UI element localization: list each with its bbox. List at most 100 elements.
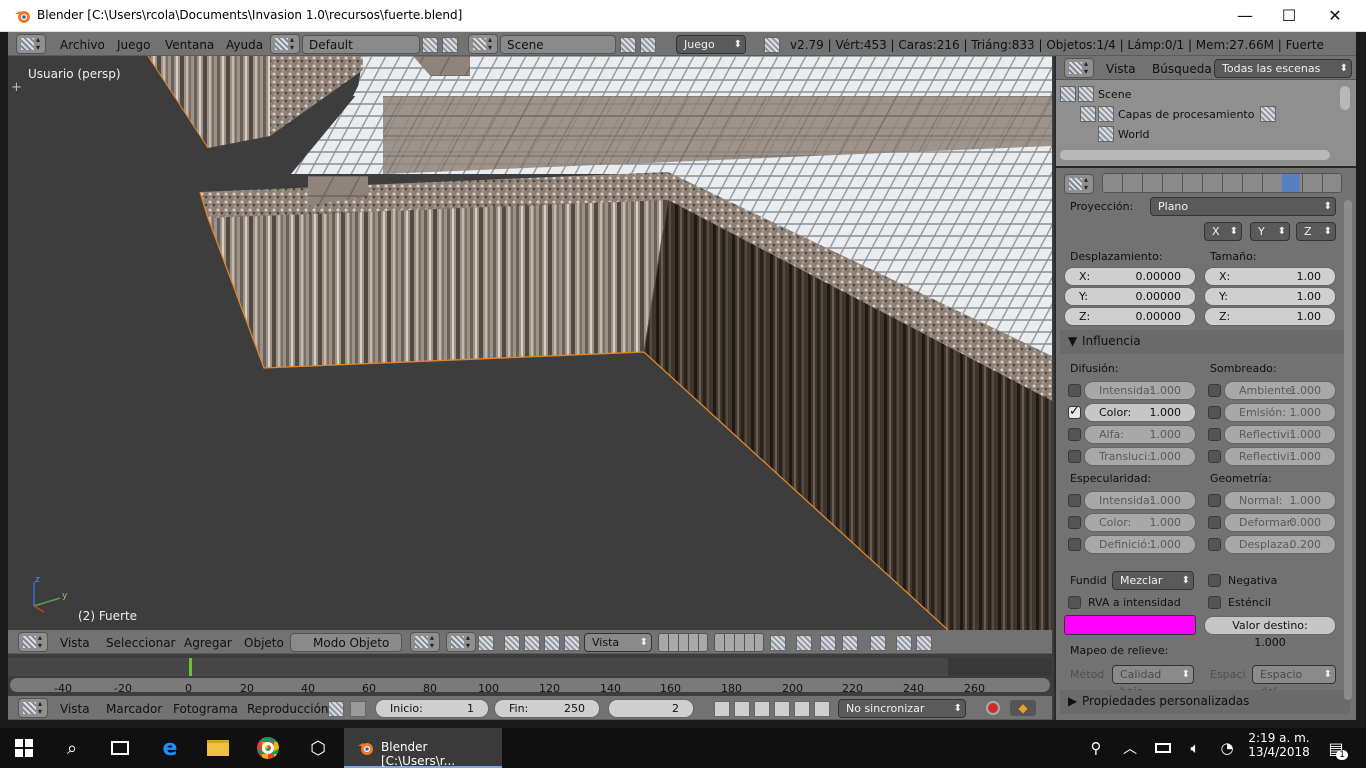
shading-ambient-field[interactable]: Ambiente: 1.000 xyxy=(1224,381,1336,400)
outliner-item-scene[interactable]: Scene xyxy=(1098,88,1132,101)
menu-vista-timeline[interactable]: Vista xyxy=(60,702,90,716)
menu-seleccionar[interactable]: Seleccionar xyxy=(106,636,175,650)
close-button[interactable]: ✕ xyxy=(1312,0,1358,31)
outliner-menu-busqueda[interactable]: Búsqueda xyxy=(1152,62,1212,76)
properties-context-tabs[interactable] xyxy=(1102,173,1342,193)
engine-select[interactable]: Juego xyxy=(676,35,746,54)
geometry-displace-field[interactable]: Desplaza: 0.200 xyxy=(1224,535,1336,554)
frame-end-field[interactable]: Fin: 250 xyxy=(494,699,600,718)
battery-button[interactable] xyxy=(1146,728,1180,768)
edge-button[interactable]: e xyxy=(146,728,194,768)
editor-type-outliner-button[interactable] xyxy=(1064,58,1094,78)
negative-checkbox[interactable] xyxy=(1208,574,1221,587)
snap-element-icon[interactable] xyxy=(870,635,886,651)
play-reverse-icon[interactable] xyxy=(754,701,770,717)
manipulator-icon[interactable] xyxy=(478,635,494,651)
current-frame-field[interactable]: 2 xyxy=(608,699,694,718)
blend-select[interactable]: Mezclar xyxy=(1112,571,1194,590)
menu-vista[interactable]: Vista xyxy=(60,636,90,650)
start-button[interactable] xyxy=(0,728,48,768)
shading-select[interactable] xyxy=(410,632,440,652)
shading-mirror-checkbox[interactable] xyxy=(1208,428,1221,441)
network-button[interactable]: ◔ xyxy=(1210,728,1244,768)
influence-panel-header[interactable]: ▼ Influencia xyxy=(1060,330,1350,354)
dest-value-field[interactable]: Valor destino: 1.000 xyxy=(1204,616,1336,649)
size-z-field[interactable]: Z: 1.00 xyxy=(1204,307,1336,326)
specular-hardness-checkbox[interactable] xyxy=(1068,538,1081,551)
outliner-menu-vista[interactable]: Vista xyxy=(1106,62,1136,76)
diffuse-color-field[interactable]: Color: 1.000 xyxy=(1084,403,1196,422)
mapping-z-select[interactable]: Z xyxy=(1296,222,1336,241)
prev-keyframe-icon[interactable] xyxy=(734,701,750,717)
maximize-button[interactable]: ☐ xyxy=(1266,0,1312,31)
file-explorer-button[interactable] xyxy=(194,728,242,768)
menu-ayuda[interactable]: Ayuda xyxy=(226,38,263,52)
toolshelf-toggle[interactable]: + xyxy=(11,80,22,95)
shading-raymirror-checkbox[interactable] xyxy=(1208,450,1221,463)
outliner-item-world[interactable]: World xyxy=(1118,128,1150,141)
show-hidden-icons-button[interactable]: ︿ xyxy=(1110,728,1150,768)
timeline-track[interactable] xyxy=(8,658,1052,676)
offset-z-field[interactable]: Z: 0.00000 xyxy=(1064,307,1196,326)
timeline-scrollbar[interactable] xyxy=(10,678,1050,692)
diffuse-alpha-field[interactable]: Alfa: 1.000 xyxy=(1084,425,1196,444)
specular-color-checkbox[interactable] xyxy=(1068,516,1081,529)
record-icon[interactable] xyxy=(986,701,1000,715)
keying-set-icon[interactable]: ◆ xyxy=(1010,700,1036,716)
minimize-button[interactable]: — xyxy=(1222,0,1268,31)
specular-hardness-field[interactable]: Definició: 1.000 xyxy=(1084,535,1196,554)
pivot-select[interactable] xyxy=(446,632,476,652)
remove-scene-icon[interactable] xyxy=(640,37,656,53)
timeline[interactable]: -40 -20 0 20 40 60 80 100 120 140 160 18… xyxy=(8,654,1052,696)
layers-grid-b[interactable] xyxy=(714,633,764,652)
opengl-anim-icon[interactable] xyxy=(916,635,932,651)
add-scene-icon[interactable] xyxy=(620,37,636,53)
frame-start-field[interactable]: Inicio: 1 xyxy=(375,699,489,718)
preview-range-icon[interactable] xyxy=(328,701,344,717)
diffuse-translucency-checkbox[interactable] xyxy=(1068,450,1081,463)
next-keyframe-icon[interactable] xyxy=(794,701,810,717)
diffuse-alpha-checkbox[interactable] xyxy=(1068,428,1081,441)
editor-type-properties-button[interactable] xyxy=(1064,174,1094,194)
diffuse-intensity-field[interactable]: Intensida: 1.000 xyxy=(1084,381,1196,400)
diffuse-color-checkbox[interactable] xyxy=(1068,404,1081,419)
outliner-h-scrollbar[interactable] xyxy=(1060,150,1330,160)
rgb-to-intensity-checkbox[interactable] xyxy=(1068,596,1081,609)
jump-end-icon[interactable] xyxy=(814,701,830,717)
shading-emission-checkbox[interactable] xyxy=(1208,406,1221,419)
render-layer-restrict-icon[interactable] xyxy=(1260,106,1276,122)
task-view-button[interactable] xyxy=(96,728,144,768)
add-layout-icon[interactable] xyxy=(422,37,438,53)
blend-color-swatch[interactable] xyxy=(1064,615,1196,635)
editor-type-timeline-button[interactable] xyxy=(18,698,48,718)
menu-agregar[interactable]: Agregar xyxy=(184,636,232,650)
geometry-displace-checkbox[interactable] xyxy=(1208,538,1221,551)
bump-method-select[interactable]: Calidad baja xyxy=(1112,665,1194,698)
diffuse-intensity-checkbox[interactable] xyxy=(1068,384,1081,397)
shading-raymirror-field[interactable]: Reflectivi: 1.000 xyxy=(1224,447,1336,466)
editor-type-button[interactable] xyxy=(16,34,46,54)
snap-target-icon[interactable] xyxy=(842,635,858,651)
scene-field[interactable]: Scene xyxy=(500,35,616,54)
scene-icon[interactable] xyxy=(468,34,498,54)
menu-juego[interactable]: Juego xyxy=(117,38,151,52)
lock-range-icon[interactable] xyxy=(350,701,366,717)
shading-ambient-checkbox[interactable] xyxy=(1208,384,1221,397)
menu-archivo[interactable]: Archivo xyxy=(60,38,105,52)
mapping-y-select[interactable]: Y xyxy=(1250,222,1290,241)
outliner-tree[interactable]: Scene Capas de procesamiento World xyxy=(1056,80,1356,166)
lock-camera-icon[interactable] xyxy=(770,635,786,651)
scale-icon[interactable] xyxy=(544,635,560,651)
bump-space-select[interactable]: Espacio del... xyxy=(1252,665,1336,698)
geometry-normal-field[interactable]: Normal: 1.000 xyxy=(1224,491,1336,510)
offset-x-field[interactable]: X: 0.00000 xyxy=(1064,267,1196,286)
offset-y-field[interactable]: Y: 0.00000 xyxy=(1064,287,1196,306)
layout-field[interactable]: Default xyxy=(302,35,420,54)
unity-button[interactable]: ⬡ xyxy=(294,728,342,768)
specular-intensity-field[interactable]: Intensida: 1.000 xyxy=(1084,491,1196,510)
editor-type-3dview-button[interactable] xyxy=(18,632,48,652)
stencil-checkbox[interactable] xyxy=(1208,596,1221,609)
snap-icon[interactable] xyxy=(820,635,836,651)
orientation-select[interactable]: Vista xyxy=(584,633,652,652)
blender-taskbar-button[interactable]: Blender [C:\Users\r... xyxy=(344,728,502,768)
